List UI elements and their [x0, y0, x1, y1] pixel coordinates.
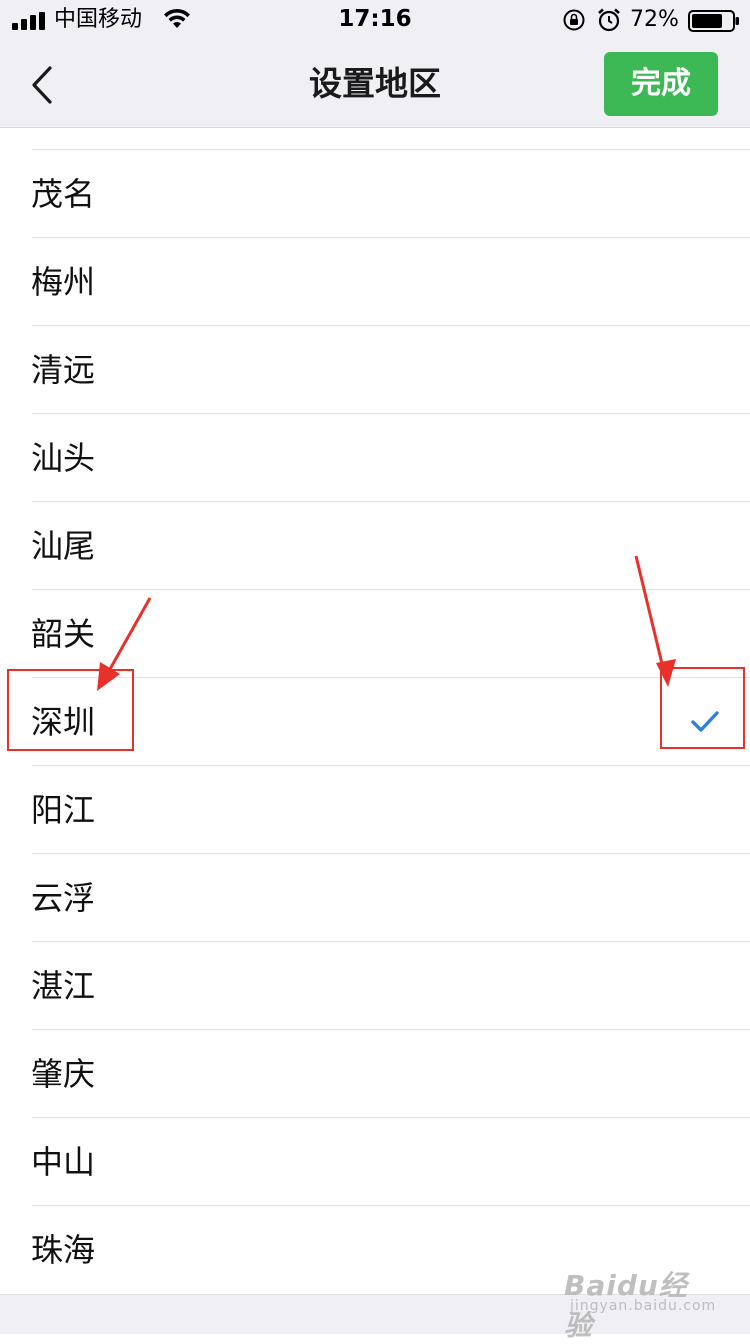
annotation-box-check — [660, 667, 745, 749]
region-label: 中山 — [31, 1143, 96, 1181]
region-label: 阳江 — [31, 791, 96, 829]
region-label: 云浮 — [31, 879, 96, 917]
region-row[interactable]: 中山 — [0, 1118, 750, 1206]
annotation-box-region — [7, 669, 134, 751]
status-bar: 中国移动 17:16 72% — [0, 0, 750, 40]
region-label: 清远 — [31, 351, 96, 389]
region-label: 梅州 — [31, 263, 96, 301]
battery-icon — [688, 10, 739, 32]
region-label: 茂名 — [31, 175, 96, 213]
region-row[interactable]: 梅州 — [0, 238, 750, 326]
nav-bar: 设置地区 完成 — [0, 40, 750, 128]
region-row[interactable]: 肇庆 — [0, 1030, 750, 1118]
region-row[interactable]: 阳江 — [0, 766, 750, 854]
region-row[interactable]: 韶关 — [0, 590, 750, 678]
region-label: 肇庆 — [31, 1055, 96, 1093]
watermark-sub: jingyan.baidu.com — [570, 1298, 717, 1314]
region-row[interactable]: 茂名 — [0, 150, 750, 238]
region-label: 汕头 — [31, 439, 96, 477]
region-label: 韶关 — [31, 615, 96, 653]
watermark: Baidu经验 jingyan.baidu.com — [564, 1264, 717, 1342]
region-row[interactable]: 云浮 — [0, 854, 750, 942]
battery-percent: 72% — [630, 7, 679, 32]
region-row[interactable]: 汕尾 — [0, 502, 750, 590]
region-label: 珠海 — [31, 1231, 96, 1269]
region-row[interactable]: 清远 — [0, 326, 750, 414]
region-row[interactable]: 湛江 — [0, 942, 750, 1030]
region-row[interactable]: 汕头 — [0, 414, 750, 502]
rotation-lock-icon — [563, 9, 585, 31]
region-label: 湛江 — [31, 967, 96, 1005]
region-label: 汕尾 — [31, 527, 96, 565]
alarm-icon — [598, 8, 620, 32]
done-button[interactable]: 完成 — [604, 52, 718, 116]
